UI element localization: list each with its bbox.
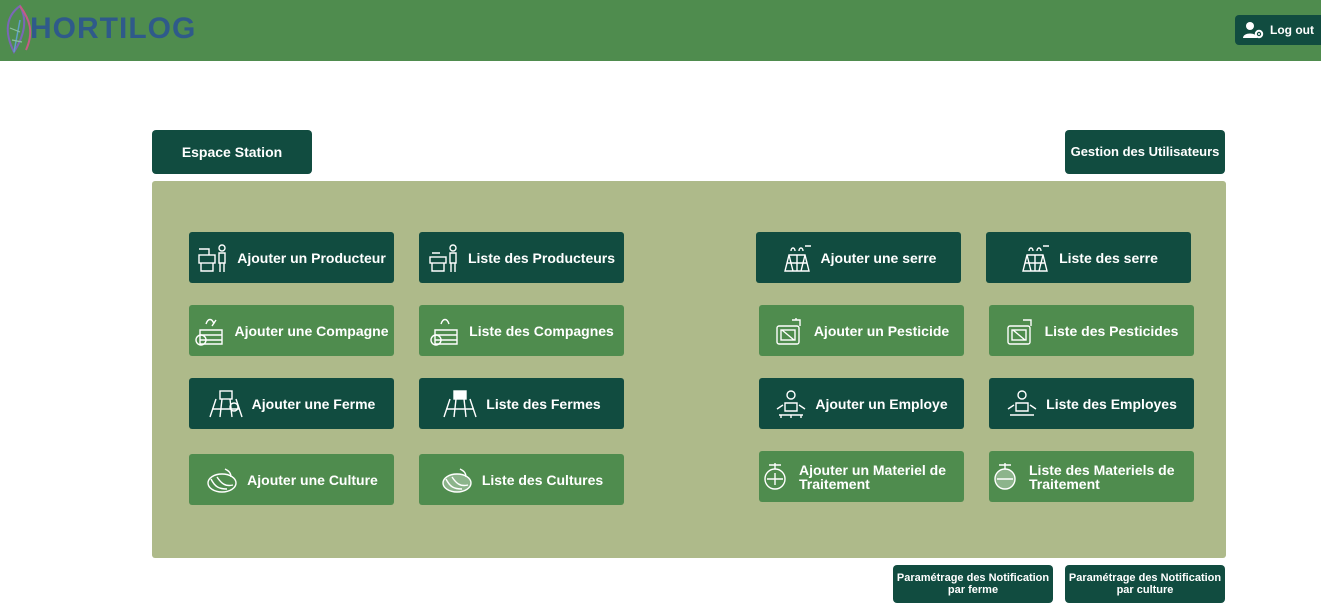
- liste-cultures-button[interactable]: Liste des Cultures: [419, 454, 624, 505]
- tile-label: Liste des Compagnes: [469, 322, 614, 339]
- crop-icon: [442, 467, 472, 493]
- greenhouse-icon: [1022, 244, 1050, 272]
- treatment-equipment-icon: [994, 462, 1016, 490]
- tile-label: Ajouter une Ferme: [251, 395, 376, 412]
- pesticide-icon: [1006, 318, 1032, 345]
- tractor-field-icon: [208, 389, 243, 417]
- crop-icon: [207, 467, 237, 493]
- liste-pesticides-button[interactable]: Liste des Pesticides: [989, 305, 1194, 356]
- tile-label: Ajouter un Pesticide: [813, 322, 950, 339]
- ajouter-compagne-button[interactable]: Ajouter une Compagne: [189, 305, 394, 356]
- notification-ferme-button[interactable]: Paramétrage des Notification par ferme: [893, 565, 1053, 603]
- ajouter-serre-button[interactable]: Ajouter une serre: [756, 232, 961, 283]
- user-settings-icon: [1243, 22, 1264, 39]
- ajouter-employe-button[interactable]: Ajouter un Employe: [759, 378, 964, 429]
- tile-label: Liste des Employes: [1046, 395, 1177, 412]
- tile-label: Ajouter un Producteur: [237, 249, 386, 266]
- tile-label: Liste des Materiels de Traitement: [1029, 461, 1175, 492]
- ajouter-ferme-button[interactable]: Ajouter une Ferme: [189, 378, 394, 429]
- notification-culture-button[interactable]: Paramétrage des Notification par culture: [1065, 565, 1225, 603]
- ajouter-pesticide-button[interactable]: Ajouter un Pesticide: [759, 305, 964, 356]
- liste-materiels-button[interactable]: Liste des Materiels de Traitement: [989, 451, 1194, 502]
- farmer-icon: [198, 243, 226, 272]
- tile-label: Ajouter un Employe: [815, 395, 948, 412]
- tile-label: Liste des Pesticides: [1044, 322, 1179, 339]
- tile-label: Liste des Cultures: [481, 471, 604, 488]
- logout-label: Log out: [1270, 23, 1314, 37]
- liste-employes-button[interactable]: Liste des Employes: [989, 378, 1194, 429]
- tile-label: Liste des serre: [1059, 249, 1158, 266]
- harvest-basket-icon: [430, 318, 458, 346]
- pesticide-icon: [776, 317, 801, 345]
- worker-icon: [776, 389, 806, 418]
- treatment-equipment-icon: [764, 462, 786, 490]
- ajouter-producteur-button[interactable]: Ajouter un Producteur: [189, 232, 394, 283]
- espace-station-button[interactable]: Espace Station: [152, 130, 312, 174]
- harvest-basket-icon: [195, 318, 224, 346]
- liste-fermes-button[interactable]: Liste des Fermes: [419, 378, 624, 429]
- tractor-field-icon: [443, 389, 477, 417]
- tile-label: Ajouter une serre: [820, 249, 937, 266]
- tile-label: Liste des Producteurs: [467, 249, 616, 266]
- farmer-icon: [429, 243, 457, 272]
- ajouter-materiel-button[interactable]: Ajouter un Materiel de Traitement: [759, 451, 964, 502]
- logo-text: HORTILOG: [30, 12, 197, 45]
- tile-label: Liste des Fermes: [486, 395, 601, 412]
- gestion-utilisateurs-button[interactable]: Gestion des Utilisateurs: [1065, 130, 1225, 174]
- worker-icon: [1007, 389, 1037, 416]
- liste-producteurs-button[interactable]: Liste des Producteurs: [419, 232, 624, 283]
- ajouter-culture-button[interactable]: Ajouter une Culture: [189, 454, 394, 505]
- tile-label: Ajouter un Materiel de Traitement: [799, 461, 947, 492]
- top-bar: HORTILOG Log out: [0, 0, 1321, 61]
- liste-serre-button[interactable]: Liste des serre: [986, 232, 1191, 283]
- tile-label: Ajouter une Compagne: [234, 322, 389, 339]
- tile-label: Ajouter une Culture: [247, 471, 378, 488]
- greenhouse-icon: [783, 244, 811, 272]
- liste-compagnes-button[interactable]: Liste des Compagnes: [419, 305, 624, 356]
- logout-button[interactable]: Log out: [1235, 15, 1321, 45]
